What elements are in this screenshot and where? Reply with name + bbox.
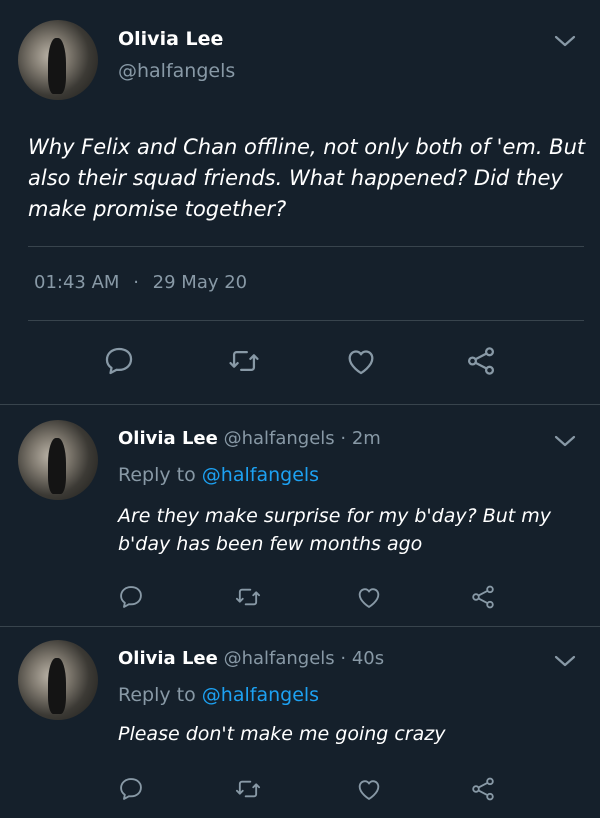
avatar[interactable] <box>18 640 98 720</box>
reply-to-line: Reply to @halfangels <box>118 464 319 486</box>
chevron-down-icon[interactable] <box>554 34 576 48</box>
like-icon[interactable] <box>354 582 384 612</box>
reply-to-label: Reply to <box>118 464 196 486</box>
reply-text: Are they make surprise for my b'day? But… <box>118 505 552 555</box>
reply-header: Olivia Lee @halfangels · 40s <box>118 648 384 669</box>
retweet-icon[interactable] <box>232 774 264 804</box>
share-icon[interactable] <box>462 342 500 380</box>
reply-to-mention[interactable]: @halfangels <box>202 684 319 706</box>
retweet-icon[interactable] <box>232 582 264 612</box>
author-handle[interactable]: @halfangels <box>224 648 335 669</box>
like-icon[interactable] <box>342 342 380 380</box>
share-icon[interactable] <box>468 582 498 612</box>
author-handle[interactable]: @halfangels <box>224 428 335 449</box>
tweet-date: 29 May 20 <box>152 272 248 293</box>
chevron-down-icon[interactable] <box>554 434 576 448</box>
author-name[interactable]: Olivia Lee <box>118 648 218 669</box>
reply-header: Olivia Lee @halfangels · 2m <box>118 428 381 449</box>
reply-age: · 40s <box>340 648 385 669</box>
chevron-down-icon[interactable] <box>554 654 576 668</box>
author-handle[interactable]: @halfangels <box>118 60 235 82</box>
like-icon[interactable] <box>354 774 384 804</box>
tweet-timestamp: 01:43 AM · 29 May 20 <box>34 272 247 293</box>
divider <box>28 246 584 247</box>
reply-to-line: Reply to @halfangels <box>118 684 319 706</box>
reply-to-mention[interactable]: @halfangels <box>202 464 319 486</box>
author-name[interactable]: Olivia Lee <box>118 428 218 449</box>
tweet-time: 01:43 AM <box>34 272 120 293</box>
author-name[interactable]: Olivia Lee <box>118 28 223 50</box>
divider <box>28 320 584 321</box>
avatar[interactable] <box>18 420 98 500</box>
comment-icon[interactable] <box>116 582 146 612</box>
reply-age: · 2m <box>340 428 381 449</box>
comment-icon[interactable] <box>100 342 138 380</box>
share-icon[interactable] <box>468 774 498 804</box>
section-divider <box>0 404 600 405</box>
comment-icon[interactable] <box>116 774 146 804</box>
avatar[interactable] <box>18 20 98 100</box>
retweet-icon[interactable] <box>224 342 264 380</box>
reply-to-label: Reply to <box>118 684 196 706</box>
tweet-text: Why Felix and Chan offline, not only bot… <box>28 135 586 221</box>
reply-text: Please don't make me going crazy <box>118 723 446 745</box>
separator: · <box>133 272 139 293</box>
section-divider <box>0 626 600 627</box>
